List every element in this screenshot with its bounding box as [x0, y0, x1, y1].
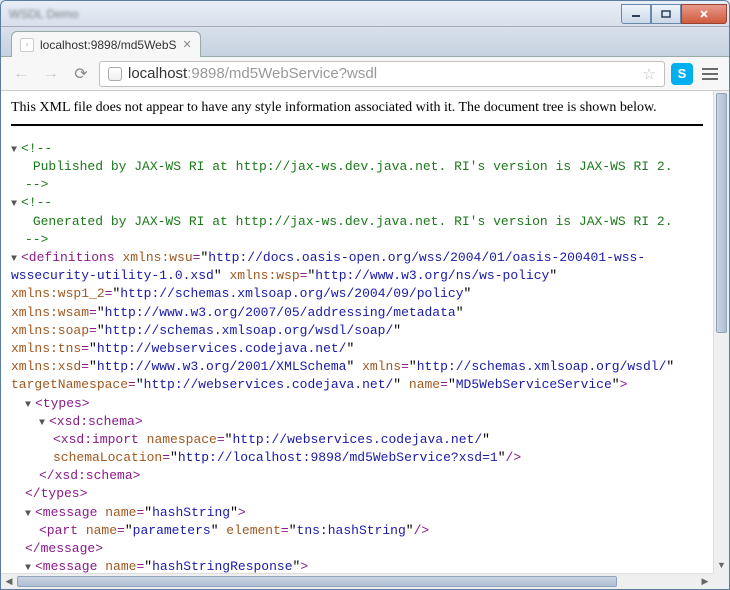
- forward-button[interactable]: →: [39, 62, 63, 86]
- window-titlebar: WSDL Demo: [1, 1, 729, 27]
- scroll-left-icon[interactable]: ◀: [1, 574, 17, 589]
- back-button[interactable]: ←: [9, 62, 33, 86]
- horizontal-scroll-thumb[interactable]: [17, 576, 617, 587]
- scroll-corner: [713, 573, 729, 589]
- window-controls: [621, 4, 727, 24]
- tab-close-icon[interactable]: ✕: [183, 38, 192, 51]
- tab-title: localhost:9898/md5WebS: [40, 38, 177, 52]
- scroll-down-icon[interactable]: ▼: [714, 557, 729, 573]
- collapse-toggle-icon[interactable]: ▼: [11, 198, 21, 212]
- page-favicon-icon: ◦: [20, 38, 34, 52]
- collapse-toggle-icon[interactable]: ▼: [11, 144, 21, 158]
- skype-extension-icon[interactable]: S: [671, 63, 693, 85]
- bookmark-star-icon[interactable]: ☆: [643, 65, 656, 83]
- reload-button[interactable]: ⟳: [69, 62, 93, 86]
- vertical-scroll-thumb[interactable]: [716, 93, 727, 333]
- page-content: This XML file does not appear to have an…: [1, 91, 729, 589]
- browser-window: WSDL Demo ◦ localhost:9898/md5WebS ✕ ← →…: [0, 0, 730, 590]
- horizontal-scrollbar[interactable]: ◀ ▶: [1, 573, 713, 589]
- close-button[interactable]: [681, 4, 727, 24]
- maximize-button[interactable]: [651, 4, 681, 24]
- address-bar[interactable]: localhost:9898/md5WebService?wsdl ☆: [99, 61, 665, 87]
- tab-strip: ◦ localhost:9898/md5WebS ✕: [1, 27, 729, 57]
- site-identity-icon: [108, 67, 122, 81]
- collapse-toggle-icon[interactable]: ▼: [25, 562, 35, 573]
- vertical-scrollbar[interactable]: ▼: [713, 91, 729, 573]
- browser-toolbar: ← → ⟳ localhost:9898/md5WebService?wsdl …: [1, 57, 729, 91]
- page-viewport: This XML file does not appear to have an…: [1, 91, 713, 573]
- xml-notice: This XML file does not appear to have an…: [11, 99, 703, 126]
- scroll-right-icon[interactable]: ▶: [697, 574, 713, 589]
- url-text: localhost:9898/md5WebService?wsdl: [128, 65, 637, 82]
- minimize-button[interactable]: [621, 4, 651, 24]
- browser-menu-icon[interactable]: [699, 63, 721, 85]
- browser-tab[interactable]: ◦ localhost:9898/md5WebS ✕: [11, 31, 201, 57]
- window-title: WSDL Demo: [1, 7, 79, 21]
- collapse-toggle-icon[interactable]: ▼: [11, 253, 21, 267]
- collapse-toggle-icon[interactable]: ▼: [39, 417, 49, 431]
- collapse-toggle-icon[interactable]: ▼: [25, 399, 35, 413]
- xml-tree: ▼<!-- Published by JAX-WS RI at http://j…: [11, 140, 703, 573]
- collapse-toggle-icon[interactable]: ▼: [25, 508, 35, 522]
